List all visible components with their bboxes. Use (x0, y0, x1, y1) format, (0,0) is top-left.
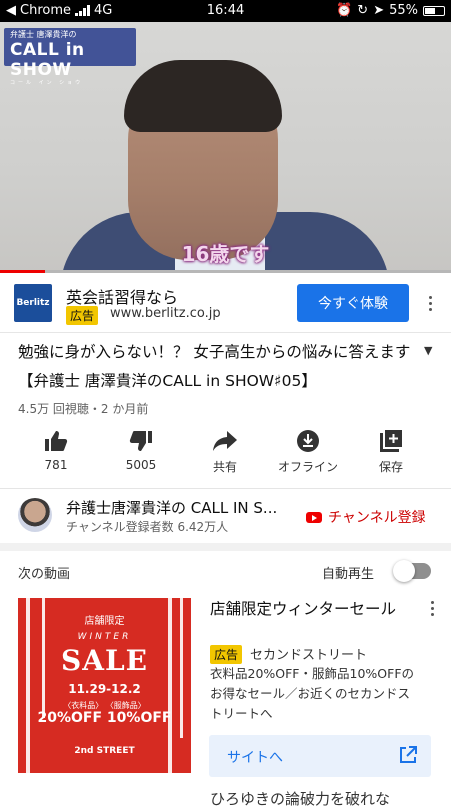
channel-avatar[interactable] (18, 498, 52, 532)
subscribe-label: チャンネル登録 (328, 510, 426, 526)
download-icon (268, 428, 348, 454)
battery-percent: 55% (389, 3, 418, 18)
video-caption: 16歳です (181, 242, 270, 266)
thumb-line-1: 店舗限定 (84, 616, 125, 627)
section-separator (0, 543, 451, 551)
add-to-playlist-icon (351, 428, 431, 454)
thumb-up-icon (16, 428, 96, 454)
save-button[interactable]: 保存 (351, 428, 431, 475)
autoplay-label: 自動再生 (322, 567, 375, 582)
sale-thumbnail[interactable]: 店舗限定 WINTER SALE 11.29-12.2 〈衣料品〉 〈服飾品〉 … (18, 598, 191, 773)
ad-more-icon[interactable] (423, 293, 437, 313)
thumb-line-6: 20%OFF 10%OFF (37, 710, 172, 726)
subscribe-button[interactable]: チャンネル登録 (306, 507, 426, 527)
ad-badge: 広告 (66, 306, 99, 325)
dislike-button[interactable]: 5005 (101, 428, 181, 472)
video-title[interactable]: 勉強に身が入らない！？ 女子高生からの悩みに答えます【弁護士 唐澤貴洋のCALL… (18, 338, 413, 396)
next-ad-badge: 広告 (210, 645, 243, 664)
open-external-icon (399, 746, 417, 768)
like-button[interactable]: 781 (16, 428, 96, 472)
visit-site-label: サイトへ (227, 750, 283, 766)
autoplay-toggle[interactable] (393, 560, 431, 582)
youtube-icon (306, 511, 322, 523)
next-ad-advertiser: セカンドストリート (250, 648, 368, 663)
ad-url[interactable]: www.berlitz.co.jp (110, 306, 221, 321)
expand-description-icon[interactable]: ▼ (424, 344, 432, 357)
next-ad-description: 衣料品20%OFF・服飾品10%OFFのお得なセール／お近くのセカンドストリート… (210, 666, 415, 721)
berlitz-logo[interactable]: Berlitz (14, 284, 52, 322)
thumb-line-3: SALE (61, 644, 148, 677)
video-meta: 4.5万 回視聴・2 か月前 (18, 402, 149, 416)
visit-site-button[interactable]: サイトへ (209, 735, 431, 777)
battery-icon (423, 5, 445, 16)
action-bar: 781 5005 共有 オフライン 保存 (0, 428, 451, 480)
show-logo: 弁護士 唐澤貴洋の CALL in SHOW コール イン ショウ (4, 28, 136, 86)
channel-subscribers: チャンネル登録者数 6.42万人 (66, 520, 229, 534)
channel-name[interactable]: 弁護士唐澤貴洋の CALL IN S... (66, 497, 277, 518)
up-next-label: 次の動画 (18, 567, 71, 582)
thumb-line-2: WINTER (77, 632, 132, 642)
video-player[interactable]: 弁護士 唐澤貴洋の CALL in SHOW コール イン ショウ 16歳です (0, 22, 451, 272)
thumb-line-4: 11.29-12.2 (68, 682, 141, 696)
thumb-down-icon (101, 428, 181, 454)
divider (0, 488, 451, 489)
ad-cta-button[interactable]: 今すぐ体験 (297, 284, 409, 322)
offline-button[interactable]: オフライン (268, 428, 348, 475)
thumb-line-7: 2nd STREET (74, 746, 135, 756)
status-bar: ◀ Chrome 4G 16:44 ⏰ ↻ ➤ 55% (0, 0, 451, 22)
toggle-knob (393, 560, 415, 582)
share-icon (185, 428, 265, 454)
location-icon: ➤ (373, 3, 385, 18)
rotation-lock-icon: ↻ (357, 3, 369, 18)
presenter-hair (124, 60, 282, 132)
ad-title[interactable]: 英会話習得なら (66, 284, 178, 308)
next-video-title-peek[interactable]: ひろゆきの論破力を破れな (210, 788, 390, 809)
alarm-icon: ⏰ (336, 3, 353, 18)
share-button[interactable]: 共有 (185, 428, 265, 475)
next-ad-more-icon[interactable] (425, 598, 439, 618)
next-ad-title[interactable]: 店舗限定ウィンターセール (210, 597, 415, 622)
